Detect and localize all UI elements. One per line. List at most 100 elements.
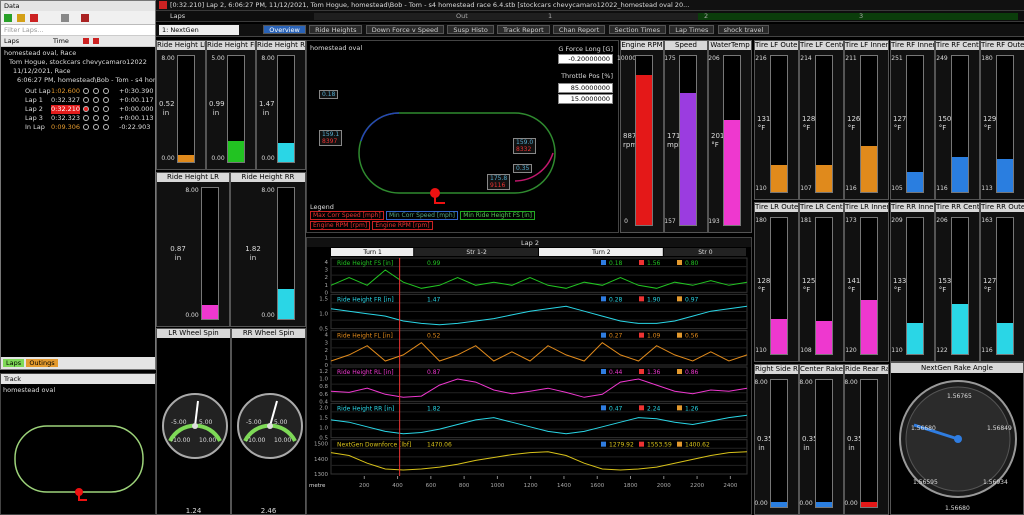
track-map-panel[interactable]: homestead oval G Force Long [G] -0.20000… xyxy=(306,40,619,233)
map-marker[interactable]: 175.8 9116 xyxy=(487,174,511,190)
map-marker[interactable]: 0.35 xyxy=(513,164,533,173)
map-marker-value: 159.0 xyxy=(516,139,534,146)
gauge-bar xyxy=(227,55,245,163)
tree-root[interactable]: homestead oval, Race xyxy=(1,49,155,58)
channel-name: Ride Height FL [in] xyxy=(337,333,393,340)
gauge-unit: in xyxy=(249,253,257,262)
y-tick: 2 xyxy=(325,348,329,354)
lap-radio[interactable] xyxy=(83,106,89,112)
lap-radio[interactable] xyxy=(83,124,89,130)
map-marker[interactable]: 159.0 8332 xyxy=(513,138,537,154)
map-marker-rpm: 9116 xyxy=(490,182,506,189)
gauge-fill xyxy=(861,501,877,507)
lap-row[interactable]: Out Lap 1:02.600 +0:30.390 xyxy=(1,87,155,96)
lap-row[interactable]: In Lap 0:09.306 -0:22.903 xyxy=(1,123,155,132)
gauge-label: Tire LR Outer xyxy=(755,203,798,212)
throttle-label: Throttle Pos [%] xyxy=(561,72,613,80)
lap-radio[interactable] xyxy=(103,97,109,103)
col-laps-header[interactable]: Laps xyxy=(4,36,19,47)
throttle-high: 85.0000000 xyxy=(558,83,613,93)
gauge-bar xyxy=(996,217,1014,355)
gauge-unit: °F xyxy=(893,124,902,132)
lap-radio[interactable] xyxy=(93,124,99,130)
delete-icon[interactable] xyxy=(30,14,39,22)
lap-row[interactable]: Lap 1 0:32.327 +0:00.117 xyxy=(1,96,155,105)
track-name: homestead oval xyxy=(3,386,56,394)
lap-radio[interactable] xyxy=(93,106,99,112)
tree-driver[interactable]: Tom Hogue, stockcars chevycamaro12022 xyxy=(1,58,155,67)
gauge-unit: rpm xyxy=(623,140,638,149)
lap-row[interactable]: Lap 3 0:32.323 +0:00.113 xyxy=(1,114,155,123)
channel-avg: 0.80 xyxy=(685,260,699,267)
lap-radio[interactable] xyxy=(83,88,89,94)
col-time-header[interactable]: Time xyxy=(53,36,69,47)
tab-susp-histo[interactable]: Susp Histo xyxy=(447,25,494,34)
mini-track-map[interactable] xyxy=(9,408,149,508)
gauge-tile: Tire RR Center 206 122 153°F xyxy=(935,202,980,362)
lap-radio[interactable] xyxy=(103,88,109,94)
tab-lap-times[interactable]: Lap Times xyxy=(669,25,715,34)
channel-chart[interactable]: Lap 2Turn 1 Str 1-2 Turn 2 Str 043210Ride H… xyxy=(307,238,752,515)
gauge-min: 110 xyxy=(755,185,767,192)
lap-marker-3[interactable]: 3 xyxy=(859,12,863,20)
settings-icon[interactable] xyxy=(60,14,69,22)
add-icon[interactable] xyxy=(4,14,12,22)
wheel-spin-label: LR Wheel Spin xyxy=(157,329,230,338)
gauge-value: 1.47 xyxy=(259,100,275,108)
tree-session[interactable]: 11/12/2021, Race xyxy=(1,67,155,76)
tab-chan-report[interactable]: Chan Report xyxy=(552,25,606,34)
lap-marker-2[interactable]: 2 xyxy=(704,12,708,20)
map-marker[interactable]: 0.18 xyxy=(319,90,339,99)
lap-marker-1[interactable]: 1 xyxy=(548,12,552,20)
tab-downforce[interactable]: Down Force v Speed xyxy=(365,25,445,34)
lap-radio[interactable] xyxy=(83,97,89,103)
map-marker[interactable]: 159.1 8397 xyxy=(319,130,343,146)
lap-radio[interactable] xyxy=(103,124,109,130)
lap-name: Lap 3 xyxy=(25,114,43,122)
tab-ride-heights[interactable]: Ride Heights xyxy=(309,25,363,34)
gauge-bar xyxy=(860,55,878,193)
lap-radio[interactable] xyxy=(93,115,99,121)
filter-laps-input[interactable]: Filter Laps... xyxy=(1,25,155,36)
tab-shock-travel[interactable]: shock travel xyxy=(717,25,770,34)
gauge-min: 0 xyxy=(624,218,628,225)
gauge-fill xyxy=(680,93,696,225)
gauge-label: Tire LF Inner xyxy=(845,41,888,50)
gauge-unit: °F xyxy=(802,124,811,132)
channel-chart-panel[interactable]: Lap 2 Turn 1 Str 1-2 Turn 2 Str 0 4 3 2 1 0 Ride H… xyxy=(306,237,752,515)
y-tick: 3 xyxy=(325,268,329,274)
gauge-max: 251 xyxy=(891,55,903,62)
gauge-unit: in xyxy=(212,109,220,117)
lap-row[interactable]: Lap 2 0:32.210 +0:00.000 xyxy=(1,105,155,114)
lap-radio[interactable] xyxy=(93,97,99,103)
gauge-label: Tire LR Center xyxy=(800,203,843,212)
bug-icon[interactable] xyxy=(80,14,89,22)
track-panel-title: Track xyxy=(4,375,22,383)
y-tick: 2.0 xyxy=(319,405,328,411)
tab-overview[interactable]: Overview xyxy=(263,25,306,34)
gauge-label: Tire LR Inner xyxy=(845,203,888,212)
gauge-fill xyxy=(861,299,877,354)
tab-outings[interactable]: Outings xyxy=(26,359,58,367)
tab-track-report[interactable]: Track Report xyxy=(497,25,550,34)
gauge-tile: Ride Height LR 8.00 0.00 0.87 in xyxy=(156,172,230,327)
tab-section-times[interactable]: Section Times xyxy=(608,25,667,34)
gauge-bar xyxy=(277,187,295,320)
channel-value: 0.99 xyxy=(427,260,441,267)
tree-run[interactable]: 6:06:27 PM, homestead\Bob - Tom - s4 hom… xyxy=(1,76,155,85)
gauge-max: 8.00 xyxy=(185,187,199,194)
folder-icon[interactable] xyxy=(17,14,26,22)
workspace-selector[interactable]: 1: NextGen xyxy=(159,25,239,35)
lap-marker-out[interactable]: Out xyxy=(456,12,468,20)
wheel-spin-tile: RR Wheel Spin -5.00 5.00 -10.00 10.00 2.46 xyxy=(231,328,306,515)
lap-name: Out Lap xyxy=(25,87,51,95)
gauge-unit: °F xyxy=(847,286,856,294)
lap-delta: -0:22.903 xyxy=(119,123,151,131)
laps-timeline[interactable]: Laps Out 1 2 3 xyxy=(156,11,1024,22)
gauge-unit: °F xyxy=(983,124,992,132)
lap-radio[interactable] xyxy=(83,115,89,121)
lap-radio[interactable] xyxy=(103,115,109,121)
tab-laps[interactable]: Laps xyxy=(3,359,25,367)
lap-radio[interactable] xyxy=(93,88,99,94)
lap-radio[interactable] xyxy=(103,106,109,112)
